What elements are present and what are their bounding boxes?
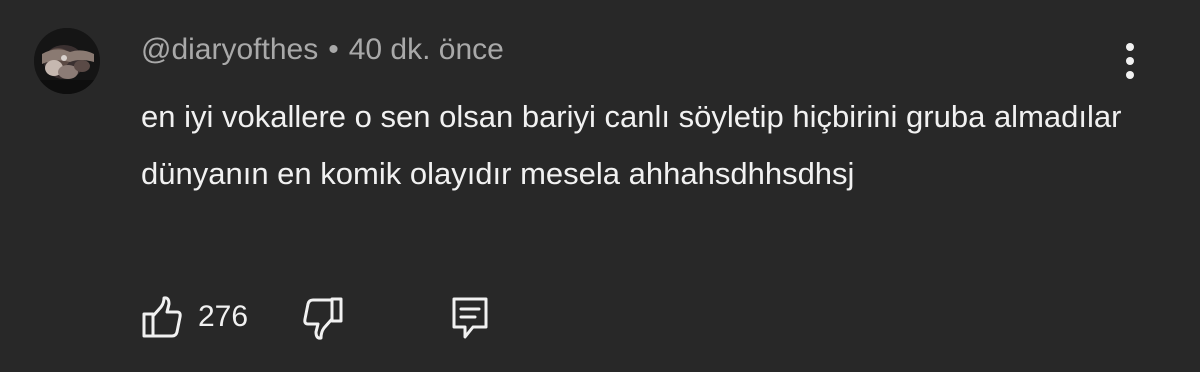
reply-comment-icon[interactable]: [451, 296, 489, 340]
more-vertical-icon[interactable]: [1114, 38, 1146, 84]
thumbs-up-icon[interactable]: [141, 294, 183, 340]
author-name[interactable]: @diaryofthes: [141, 33, 318, 66]
avatar-image: [34, 28, 100, 94]
timestamp[interactable]: 40 dk. önce: [349, 33, 504, 66]
thumbs-down-icon[interactable]: [301, 296, 345, 342]
comment-text: en iyi vokallere o sen olsan bariyi canl…: [141, 99, 1122, 191]
comment-card: @diaryofthes • 40 dk. önce en iyi vokaller…: [0, 0, 1200, 372]
like-count: 276: [198, 300, 249, 333]
separator-dot: •: [328, 33, 339, 66]
avatar[interactable]: [34, 28, 100, 94]
comment-header: @diaryofthes • 40 dk. önce: [141, 30, 504, 70]
